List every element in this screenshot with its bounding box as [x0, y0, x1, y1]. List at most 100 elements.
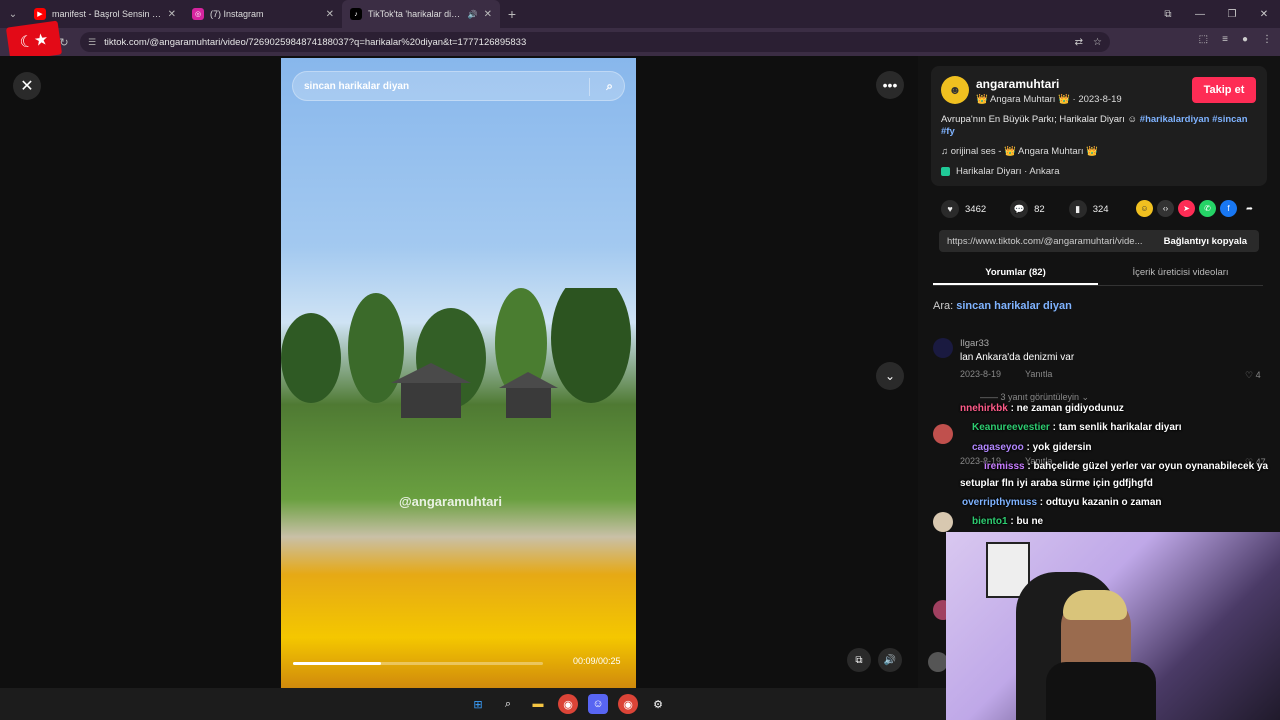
- app-icon[interactable]: ⚙: [648, 694, 668, 714]
- related-search[interactable]: Ara: sincan harikalar diyan: [933, 300, 1072, 312]
- extensions-icon[interactable]: ⬚: [1199, 34, 1208, 45]
- description-text: Avrupa'nın En Büyük Parkı; Harikalar Diy…: [941, 114, 1138, 125]
- share-icons: ☺ ‹› ➤ ✆ f ➦: [1136, 200, 1258, 217]
- discord-icon[interactable]: ☺: [588, 694, 608, 714]
- tab-comments[interactable]: Yorumlar (82): [933, 260, 1098, 285]
- tab-title: (7) Instagram: [210, 9, 264, 19]
- copy-link-button[interactable]: Bağlantıyı kopyala: [1152, 236, 1259, 247]
- menu-icon[interactable]: ⋮: [1262, 34, 1272, 45]
- webcam-overlay: [946, 532, 1280, 720]
- engagement-stats: ♥ 3462 💬 82 ▮ 324: [941, 200, 1109, 218]
- chat-message: nnehirkbk : ne zaman gidiyodunuz: [960, 403, 1124, 414]
- chat-username: biento1: [972, 516, 1008, 527]
- whatsapp-icon[interactable]: ✆: [1199, 200, 1216, 217]
- file-explorer-icon[interactable]: ▬: [528, 694, 548, 714]
- follow-button[interactable]: Takip et: [1192, 77, 1256, 103]
- chat-message: Keanureevestier : tam senlik harikalar d…: [972, 422, 1182, 433]
- close-icon[interactable]: ✕: [484, 9, 492, 20]
- window-controls: ⧉ — ❐ ✕: [1152, 0, 1280, 28]
- comment-icon[interactable]: 💬: [1010, 200, 1029, 218]
- tab-tiktok[interactable]: ♪ TikTok'ta 'harikalar diyan' b 🔊 ✕: [342, 0, 500, 28]
- bookmark-icon[interactable]: ▮: [1068, 200, 1087, 218]
- search-icon[interactable]: ⌕: [498, 694, 518, 714]
- speaker-icon[interactable]: 🔊: [468, 10, 478, 19]
- picture-in-picture-icon[interactable]: ⧉: [847, 648, 871, 672]
- music-link[interactable]: ♫ orijinal ses - 👑 Angara Muhtarı 👑: [941, 146, 1098, 157]
- location-link[interactable]: Harikalar Diyarı · Ankara: [941, 166, 1059, 177]
- maximize-icon[interactable]: ❐: [1216, 0, 1248, 28]
- close-window-icon[interactable]: ✕: [1248, 0, 1280, 28]
- close-icon[interactable]: ✕: [168, 9, 176, 20]
- chat-message: iremisss : bahçelide güzel yerler var oy…: [984, 461, 1268, 472]
- translate-icon[interactable]: ⇄: [1075, 37, 1083, 48]
- minimize-icon[interactable]: —: [1184, 0, 1216, 28]
- panel-tabs: Yorumlar (82) İçerik üreticisi videoları: [933, 260, 1263, 286]
- tab-instagram[interactable]: ◎ (7) Instagram ✕: [184, 0, 342, 28]
- avatar[interactable]: [928, 652, 948, 672]
- chat-text: : bahçelide güzel yerler var oyun oynana…: [1024, 461, 1269, 472]
- avatar[interactable]: [933, 512, 953, 532]
- chat-username: iremisss: [984, 461, 1025, 472]
- comment-username[interactable]: Ilgar33: [960, 338, 989, 349]
- view-replies-button[interactable]: —— 3 yanıt görüntüleyin ⌄: [980, 392, 1089, 403]
- emoji-share-icon[interactable]: ☺: [1136, 200, 1153, 217]
- comment-count: 82: [1034, 203, 1045, 215]
- like-count: 3462: [965, 203, 987, 215]
- comment-like[interactable]: ♡ 4: [1245, 370, 1261, 381]
- avatar[interactable]: [933, 424, 953, 444]
- youtube-icon: ▶: [34, 8, 46, 20]
- bookmark-star-icon[interactable]: ☆: [1093, 37, 1102, 48]
- share-link-field[interactable]: https://www.tiktok.com/@angaramuhtari/vi…: [939, 230, 1259, 252]
- chat-username: overripthymuss: [962, 497, 1038, 508]
- close-icon[interactable]: ✕: [13, 72, 41, 100]
- new-tab-button[interactable]: +: [500, 6, 524, 22]
- search-icon[interactable]: ⌕: [606, 79, 613, 94]
- video-watermark: @angaramuhtari: [399, 494, 502, 509]
- windows-taskbar: ⊞ ⌕ ▬ ◉ ☺ ◉ ⚙: [0, 688, 946, 720]
- more-options-icon[interactable]: •••: [876, 71, 904, 99]
- share-arrow-icon[interactable]: ➦: [1241, 200, 1258, 217]
- avatar[interactable]: [933, 338, 953, 358]
- search-query-text: sincan harikalar diyan: [304, 80, 410, 92]
- park-trees-illustration: [281, 288, 631, 418]
- tab-creator-videos[interactable]: İçerik üreticisi videoları: [1098, 260, 1263, 285]
- tab-search-icon[interactable]: ⌄: [0, 0, 26, 28]
- heart-icon[interactable]: ♥: [941, 200, 959, 218]
- tab-title: manifest - Başrol Sensin | Officia: [52, 9, 162, 19]
- chrome-icon[interactable]: ◉: [618, 694, 638, 714]
- video-player[interactable]: sincan harikalar diyan ⌕ @angaramuhtari …: [281, 58, 636, 688]
- reading-list-icon[interactable]: ≡: [1222, 34, 1228, 45]
- url-field[interactable]: ☰ tiktok.com/@angaramuhtari/video/726902…: [80, 32, 1110, 52]
- site-info-icon[interactable]: ☰: [88, 37, 96, 48]
- location-text: Harikalar Diyarı · Ankara: [956, 166, 1060, 177]
- close-icon[interactable]: ✕: [326, 9, 334, 20]
- next-video-chevron-down-icon[interactable]: ⌄: [876, 362, 904, 390]
- video-progress-bar[interactable]: [293, 662, 543, 665]
- chat-text: setuplar fln iyi araba sürme için gdfjhg…: [960, 478, 1153, 489]
- author-username[interactable]: angaramuhtari: [976, 77, 1059, 91]
- browser-tab-bar: ⌄ ▶ manifest - Başrol Sensin | Officia ✕…: [0, 0, 1280, 28]
- author-card: ☻ angaramuhtari 👑 Angara Muhtarı 👑 · 202…: [931, 66, 1267, 186]
- chat-message: biento1 : bu ne: [972, 516, 1043, 527]
- related-query[interactable]: sincan harikalar diyan: [956, 300, 1072, 312]
- profile-avatar-icon[interactable]: ●: [1242, 34, 1248, 45]
- save-count: 324: [1092, 203, 1109, 215]
- related-prefix: Ara:: [933, 300, 957, 312]
- facebook-icon[interactable]: f: [1220, 200, 1237, 217]
- send-icon[interactable]: ➤: [1178, 200, 1195, 217]
- chat-username: nnehirkbk: [960, 403, 1008, 414]
- reply-button[interactable]: Yanıtla: [1025, 369, 1052, 379]
- windows-start-icon[interactable]: ⊞: [468, 694, 488, 714]
- chat-message: cagaseyoo : yok gidersin: [972, 442, 1092, 453]
- comment-text: lan Ankara'da denizmi var: [960, 352, 1075, 363]
- avatar[interactable]: ☻: [941, 76, 969, 104]
- chat-text: : odtuyu kazanin o zaman: [1037, 497, 1162, 508]
- volume-icon[interactable]: 🔊: [878, 648, 902, 672]
- streamer-hair: [1063, 590, 1127, 620]
- chrome-icon[interactable]: ◉: [558, 694, 578, 714]
- embed-icon[interactable]: ‹›: [1157, 200, 1174, 217]
- video-search-input[interactable]: sincan harikalar diyan ⌕: [292, 71, 625, 101]
- profile-icon[interactable]: ⧉: [1152, 0, 1184, 28]
- chat-text: : ne zaman gidiyodunuz: [1007, 403, 1124, 414]
- share-link-url: https://www.tiktok.com/@angaramuhtari/vi…: [947, 235, 1143, 247]
